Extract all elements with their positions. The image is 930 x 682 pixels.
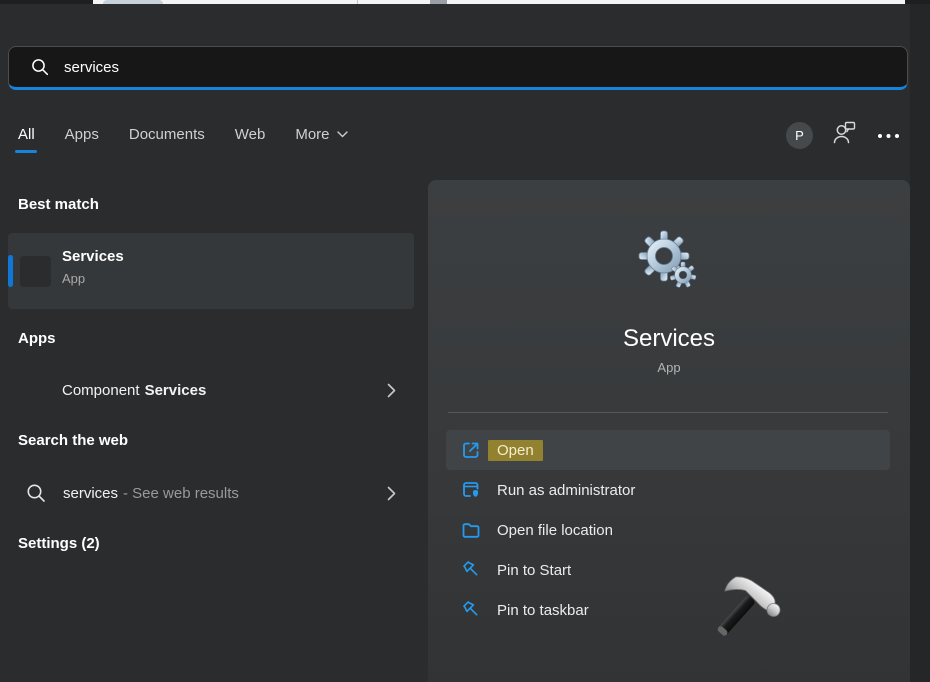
folder-icon (461, 520, 481, 540)
best-match-heading: Best match (18, 196, 99, 213)
web-suffix: - See web results (123, 485, 239, 502)
active-tab-underline (15, 150, 37, 153)
action-open[interactable]: Open (446, 430, 890, 470)
action-list: Open Run as administrator (446, 430, 890, 630)
chevron-right-icon[interactable] (387, 486, 396, 501)
topbar-icons: P (786, 119, 900, 151)
preview-subtitle: App (428, 360, 910, 375)
chevron-right-icon[interactable] (387, 383, 396, 398)
services-gears-icon (636, 230, 702, 299)
settings-heading: Settings (2) (18, 535, 100, 552)
hammer-cursor-image (710, 570, 802, 663)
tab-web[interactable]: Web (235, 126, 266, 153)
preview-panel: Services App Open (428, 180, 910, 682)
action-pin-to-start[interactable]: Pin to Start (446, 550, 890, 590)
action-label-pin-start: Pin to Start (497, 562, 571, 579)
tab-documents[interactable]: Documents (129, 126, 205, 153)
background-window-edge (0, 0, 930, 4)
more-options-icon[interactable] (877, 126, 900, 144)
services-app-icon (20, 256, 51, 287)
action-label-pin-taskbar: Pin to taskbar (497, 602, 589, 619)
result-text: Component (62, 382, 140, 399)
action-pin-to-taskbar[interactable]: Pin to taskbar (446, 590, 890, 630)
tab-more[interactable]: More (295, 126, 347, 153)
pin-icon (461, 600, 481, 620)
result-component-services[interactable]: Component Services (8, 362, 414, 418)
background-divider-fragment (357, 0, 358, 4)
chevron-down-icon (337, 131, 348, 138)
selection-accent-bar (8, 255, 13, 287)
action-label-open-file-location: Open file location (497, 522, 613, 539)
apps-heading: Apps (18, 330, 56, 347)
search-box[interactable] (8, 46, 908, 90)
background-scroll-fragment (430, 0, 447, 4)
search-icon (26, 483, 47, 504)
result-title: Services (62, 248, 124, 265)
result-text-match: Services (145, 382, 207, 399)
best-match-result[interactable]: Services App (8, 233, 414, 309)
search-web-heading: Search the web (18, 432, 128, 449)
background-window-fragment (93, 0, 905, 4)
start-search-panel: All Apps Documents Web More P Best ma (0, 0, 930, 682)
result-type: App (62, 271, 124, 286)
search-filter-tabs: All Apps Documents Web More (18, 126, 348, 153)
action-open-file-location[interactable]: Open file location (446, 510, 890, 550)
action-label-open: Open (488, 440, 543, 461)
preview-divider (448, 412, 888, 413)
admin-shield-icon (461, 480, 481, 500)
result-web-search[interactable]: services - See web results (8, 468, 414, 518)
user-avatar[interactable]: P (786, 122, 813, 149)
search-icon (31, 58, 50, 77)
action-run-as-administrator[interactable]: Run as administrator (446, 470, 890, 510)
action-label-run-admin: Run as administrator (497, 482, 635, 499)
background-tab-fragment (103, 0, 163, 4)
desktop-background-strip (910, 4, 930, 682)
search-input[interactable] (64, 59, 907, 76)
preview-title: Services (428, 325, 910, 353)
pin-icon (461, 560, 481, 580)
component-services-icon (20, 375, 51, 406)
tab-apps[interactable]: Apps (65, 126, 99, 153)
feedback-icon[interactable] (832, 119, 858, 151)
open-external-icon (461, 440, 481, 460)
tab-all[interactable]: All (18, 126, 35, 153)
web-query: services (63, 485, 118, 502)
